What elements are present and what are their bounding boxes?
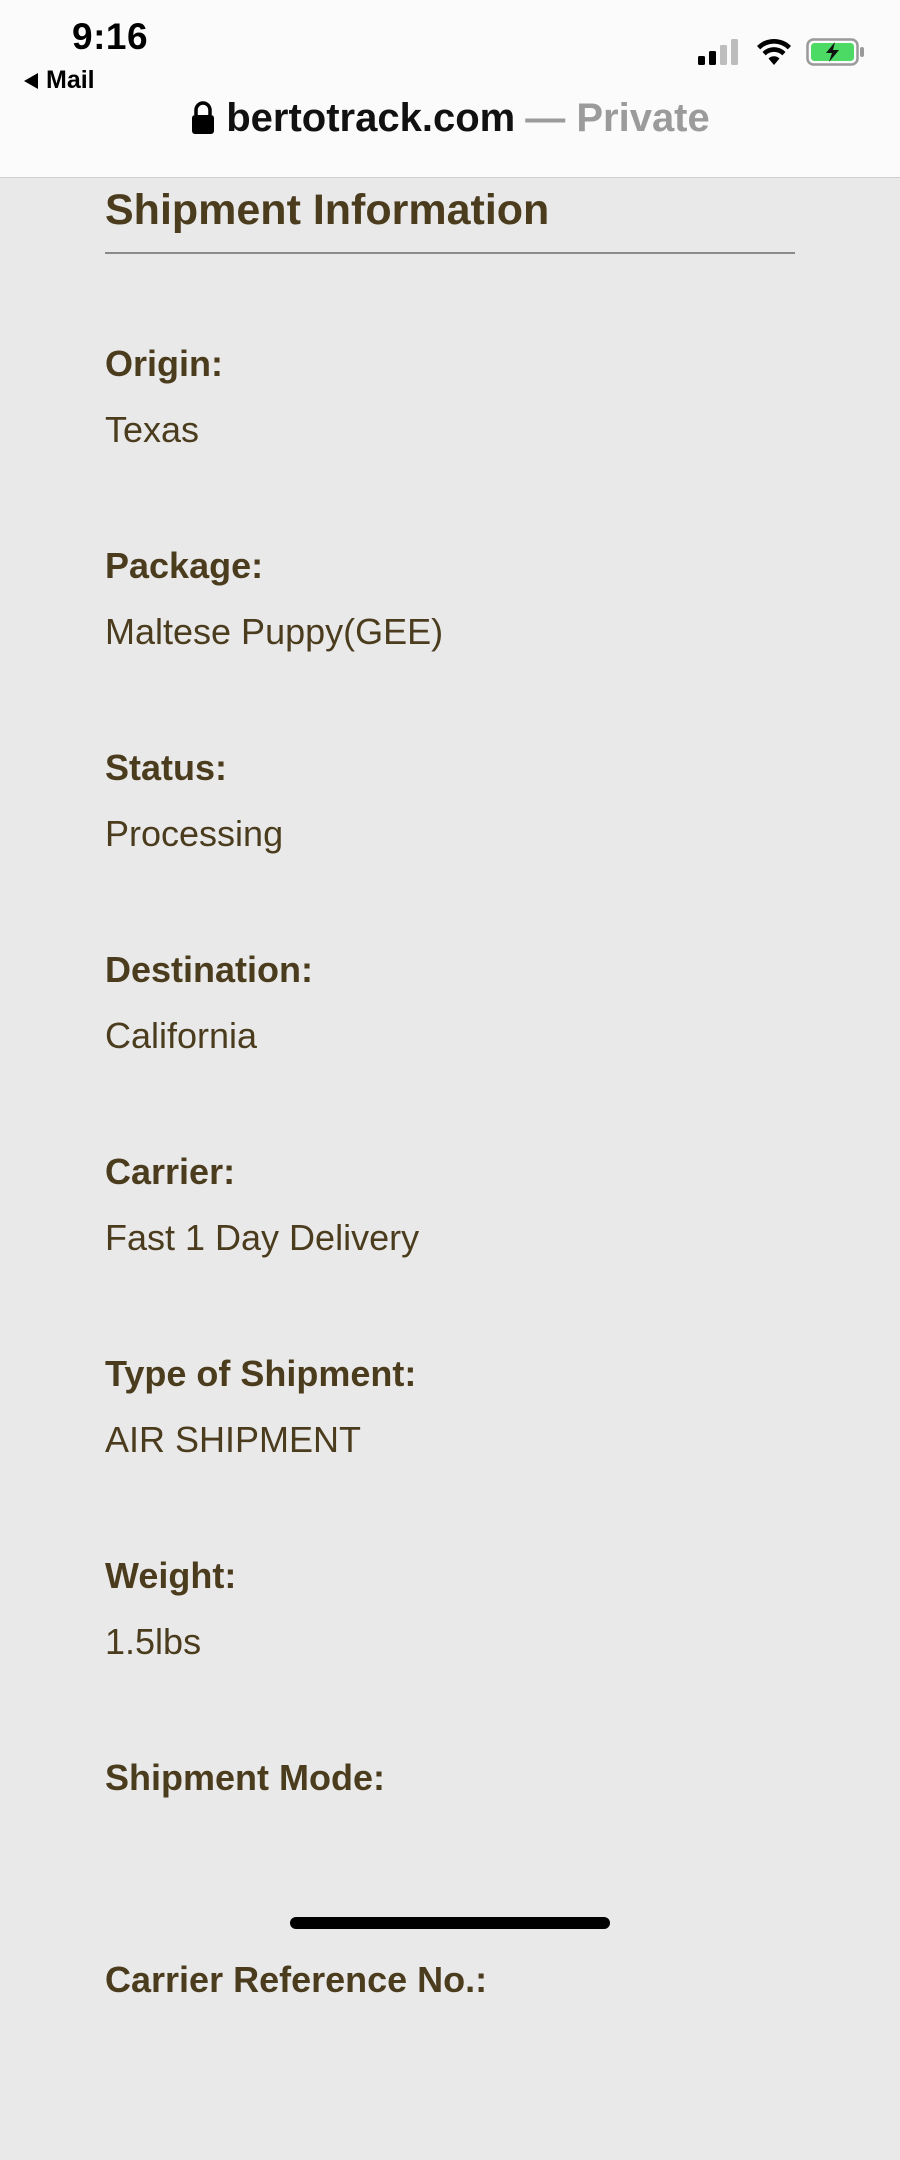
lock-icon: [192, 101, 215, 134]
field-value: Processing: [105, 813, 284, 854]
field-status: Status: Processing: [105, 746, 795, 948]
field-value: Maltese Puppy(GEE): [105, 611, 444, 652]
field-value: 1.5lbs: [105, 1621, 202, 1662]
status-time: 9:16: [72, 16, 149, 57]
title-divider: [105, 252, 795, 254]
field-label: Carrier Reference No.:: [105, 1959, 488, 2000]
safari-top-bar: 9:16 Mail bertotrack.com — Private: [0, 0, 900, 178]
field-label: Status:: [105, 747, 228, 788]
private-label: — Private: [525, 95, 710, 140]
field-value: AIR SHIPMENT: [105, 1419, 362, 1460]
field-label: Weight:: [105, 1555, 237, 1596]
field-weight: Weight: 1.5lbs: [105, 1554, 795, 1756]
field-label: Carrier:: [105, 1151, 236, 1192]
status-icons: [698, 38, 866, 66]
field-label: Type of Shipment:: [105, 1353, 417, 1394]
field-label: Origin:: [105, 343, 223, 384]
shipment-info-section: Shipment Information Origin: Texas Packa…: [105, 178, 795, 2160]
section-title: Shipment Information: [105, 186, 550, 234]
field-label: Shipment Mode:: [105, 1757, 385, 1798]
field-carrier: Carrier: Fast 1 Day Delivery: [105, 1150, 795, 1352]
field-carrier-reference: Carrier Reference No.:: [105, 1958, 795, 2160]
field-destination: Destination: California: [105, 948, 795, 1150]
field-value: Texas: [105, 409, 200, 450]
battery-charging-icon: [806, 38, 864, 66]
wifi-icon: [757, 38, 791, 65]
back-label: Mail: [46, 66, 95, 94]
field-value: Fast 1 Day Delivery: [105, 1217, 420, 1258]
field-label: Destination:: [105, 949, 314, 990]
field-package: Package: Maltese Puppy(GEE): [105, 544, 795, 746]
field-value: California: [105, 1015, 258, 1056]
back-to-mail-button[interactable]: Mail: [24, 66, 95, 95]
field-origin: Origin: Texas: [105, 342, 795, 544]
home-indicator[interactable]: [290, 1917, 610, 1929]
field-type-of-shipment: Type of Shipment: AIR SHIPMENT: [105, 1352, 795, 1554]
back-arrow-icon: [24, 72, 38, 89]
shipment-fields: Origin: Texas Package: Maltese Puppy(GEE…: [105, 342, 795, 2160]
signal-icon: [698, 39, 738, 65]
address-bar[interactable]: bertotrack.com — Private: [0, 92, 900, 144]
url-domain: bertotrack.com: [226, 95, 516, 140]
field-label: Package:: [105, 545, 264, 586]
